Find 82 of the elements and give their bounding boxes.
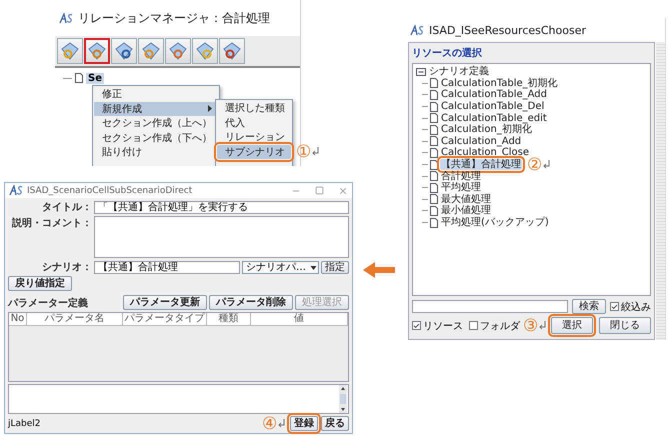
- logo-icon: [410, 24, 424, 36]
- tree-item[interactable]: 平均処理: [440, 182, 482, 194]
- toolbar-button[interactable]: [57, 38, 83, 64]
- toolbar-button[interactable]: [165, 38, 191, 64]
- tree-item[interactable]: CalculationTable_初期化: [440, 78, 559, 89]
- status-label: jLabel2: [8, 418, 41, 428]
- checkbox[interactable]: [412, 321, 421, 330]
- tree-item[interactable]: シナリオ定義: [428, 66, 490, 78]
- return-mark-icon: [543, 160, 550, 170]
- tree-item[interactable]: 合計処理: [440, 170, 482, 182]
- column-header[interactable]: パラメータタイプ: [123, 313, 207, 326]
- menu-item[interactable]: 新規作成: [94, 102, 218, 116]
- return-mark-icon: [312, 147, 319, 156]
- document-icon: [430, 218, 438, 228]
- tree-item[interactable]: 平均処理(バックアップ): [440, 217, 550, 228]
- column-header[interactable]: 種類: [207, 313, 251, 326]
- callout-number: ②: [527, 156, 542, 174]
- menu-item[interactable]: セクション作成（下へ）: [94, 130, 218, 145]
- parameter-button[interactable]: パラメータ更新: [123, 295, 207, 310]
- arrow-icon: [363, 262, 395, 278]
- tree-item[interactable]: 最大値処理: [440, 194, 492, 205]
- checkbox-label: リソース: [423, 320, 463, 332]
- scenario-field[interactable]: 【共通】合計処理: [94, 260, 240, 274]
- field-label: シナリオ：: [41, 261, 92, 274]
- column-header[interactable]: 値: [251, 313, 348, 326]
- specify-button[interactable]: 指定: [321, 260, 349, 274]
- submenu-arrow-icon: [208, 105, 212, 112]
- document-icon: [75, 73, 83, 83]
- tree-item[interactable]: Calculation_Close: [440, 147, 530, 158]
- callout-number: ①: [296, 142, 311, 161]
- checkbox[interactable]: [469, 321, 478, 330]
- search-field[interactable]: [412, 300, 568, 313]
- callout-number: ③: [523, 316, 538, 334]
- tree-item[interactable]: Calculation_Add: [440, 136, 522, 147]
- menu-item[interactable]: リレーション: [217, 130, 291, 144]
- toolbar-button[interactable]: [111, 38, 137, 64]
- parameter-button[interactable]: パラメータ削除: [209, 295, 293, 310]
- maximize-icon[interactable]: [315, 186, 324, 194]
- checkbox-label: フォルダ: [480, 320, 520, 332]
- checkbox-label: 絞込み: [621, 300, 651, 314]
- toolbar-button[interactable]: [192, 38, 218, 64]
- menu-item[interactable]: 修正: [94, 87, 218, 102]
- menu-item[interactable]: 代入: [217, 116, 291, 130]
- tree-item[interactable]: 最小値処理: [440, 205, 492, 216]
- tree-item[interactable]: Calculation_初期化: [440, 124, 533, 136]
- column-header[interactable]: No: [9, 313, 27, 326]
- dialog-button[interactable]: 戻る: [321, 416, 349, 431]
- menu-item[interactable]: セクション作成（上へ）: [94, 116, 218, 130]
- dialog-button[interactable]: 選択: [551, 317, 593, 334]
- collapse-icon[interactable]: [416, 68, 426, 76]
- logo-icon: [9, 185, 23, 196]
- window-title: ISAD_ScenarioCellSubScenarioDirect: [27, 186, 192, 196]
- dialog-button[interactable]: 登録: [290, 416, 318, 431]
- checkbox[interactable]: [610, 302, 619, 311]
- search-button[interactable]: 検索: [572, 299, 606, 314]
- tree-item[interactable]: CalculationTable_Add: [440, 89, 548, 100]
- section-heading: リソースの選択: [412, 46, 483, 60]
- tree-item[interactable]: CalculationTable_edit: [440, 112, 548, 124]
- close-icon[interactable]: [338, 186, 348, 196]
- section-label: パラメーター定義: [8, 296, 89, 310]
- scrollbar[interactable]: [656, 42, 665, 340]
- logo-icon: [59, 12, 73, 24]
- dialog-button[interactable]: 閉じる: [599, 317, 651, 334]
- toolbar-button[interactable]: [84, 38, 110, 64]
- menu-item[interactable]: 選択した種類: [217, 101, 291, 116]
- scrollbar[interactable]: [339, 385, 347, 413]
- return-mark-icon: [539, 321, 546, 330]
- return-mark-icon: [278, 419, 285, 428]
- callout-number: ④: [262, 414, 277, 432]
- window-title: ISAD_ISeeResourcesChooser: [429, 24, 586, 36]
- column-header[interactable]: パラメータ名: [27, 313, 123, 326]
- field-label: タイトル：: [41, 201, 92, 214]
- tree-item[interactable]: Se: [86, 72, 104, 84]
- tree-item[interactable]: CalculationTable_Del: [440, 101, 546, 112]
- scenario-select[interactable]: シナリオパ…: [242, 260, 319, 274]
- window-title: リレーションマネージャ：合計処理: [78, 10, 270, 26]
- field-label: 説明・コメント：: [10, 216, 92, 230]
- toolbar-button[interactable]: [219, 38, 245, 64]
- menu-item[interactable]: 貼り付け: [94, 145, 218, 160]
- toolbar-button[interactable]: [138, 38, 164, 64]
- return-value-button[interactable]: 戻り値指定: [8, 276, 72, 291]
- comment-field[interactable]: [94, 216, 349, 258]
